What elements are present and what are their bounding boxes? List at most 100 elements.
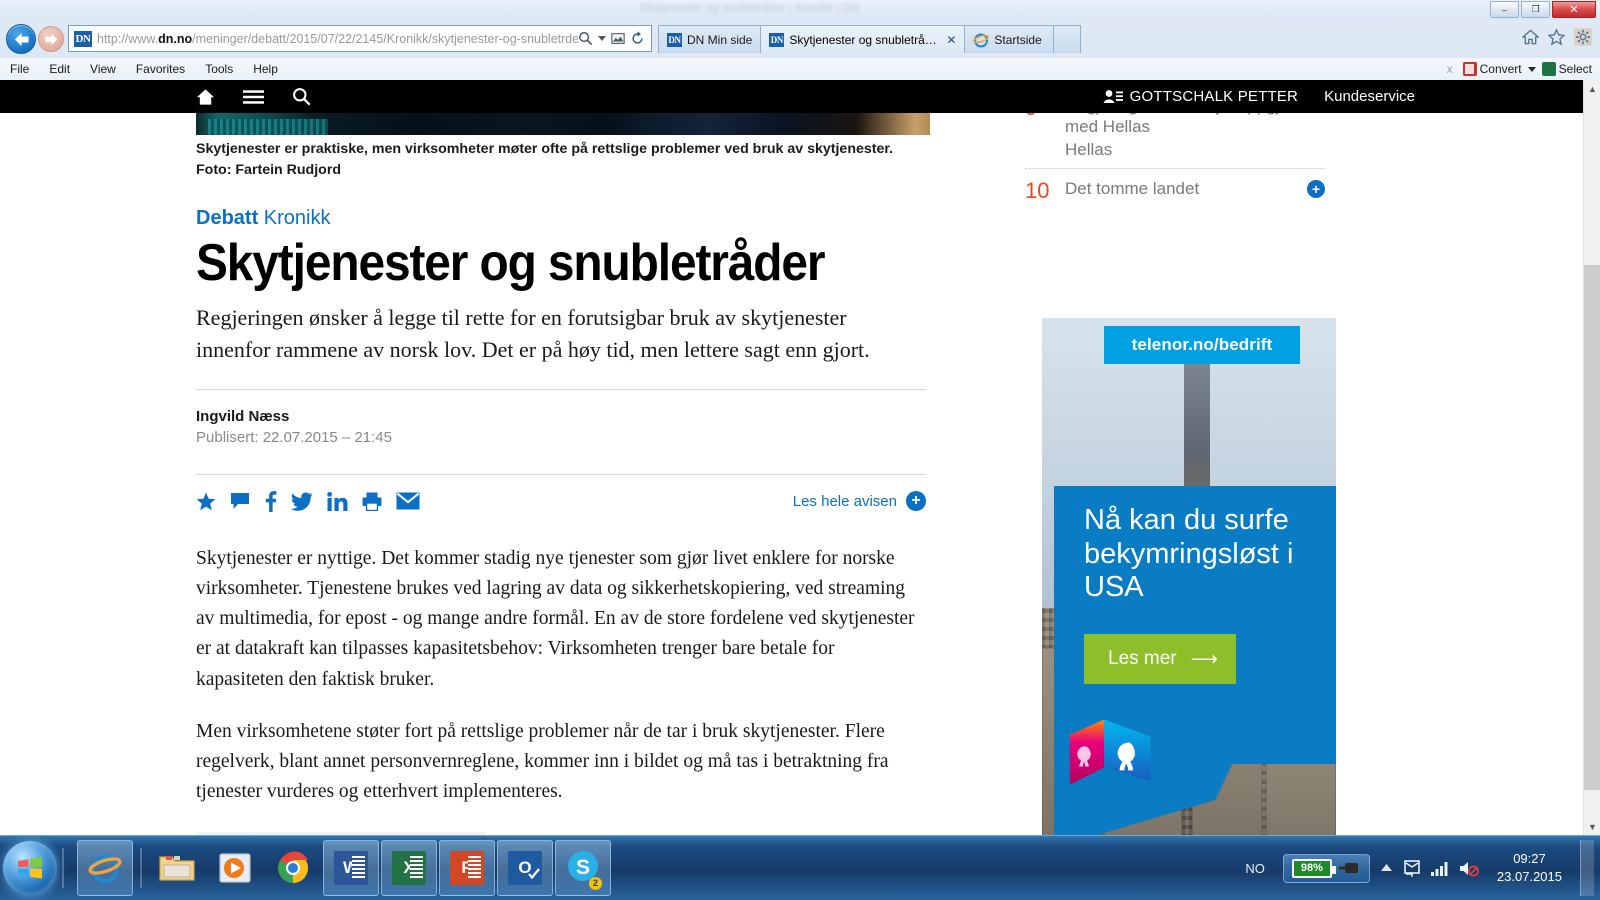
list-item[interactable]: 9 Regjeringen vil ha nytt oppgjør med He… [1025,113,1325,139]
search-icon[interactable] [578,31,593,46]
menu-tools[interactable]: Tools [195,58,243,80]
refresh-icon[interactable] [630,31,645,46]
ad-url-chip[interactable]: telenor.no/bedrift [1104,326,1300,364]
tab-label: Skytjenester og snubletråde... [789,32,938,47]
article-body: Skytjenester er praktiske, men virksomhe… [196,139,932,835]
pdf-icon [1462,62,1477,76]
close-button[interactable]: ✕ [1552,1,1596,18]
menu-file[interactable]: File [0,58,39,80]
taskbar-file-explorer[interactable] [149,840,205,896]
volume-muted-icon[interactable] [1459,860,1479,877]
new-tab-button[interactable] [1053,25,1082,53]
language-indicator[interactable]: NO [1237,861,1273,876]
media-player-icon [219,853,251,883]
sidebar: 9 Regjeringen vil ha nytt oppgjør med He… [1010,113,1370,212]
home-icon[interactable] [196,88,215,106]
browser-window: Skytjenester og snubletråder | Kronikk |… [0,0,1600,835]
ad-cta-button[interactable]: Les mer ⟶ [1084,634,1236,684]
share-bar: Les hele avisen + [196,490,926,512]
site-nav-right: GOTTSCHALK PETTER Kundeservice [1103,88,1583,105]
article-published-date: Publisert: 22.07.2015 – 21:45 [196,428,392,446]
addon-close-icon[interactable]: x [1443,62,1457,76]
article-hero-image [196,113,930,135]
user-icon [1103,89,1123,104]
share-icon-group [196,490,420,512]
scroll-up-icon[interactable]: ▲ [1584,80,1600,97]
clock[interactable]: 09:27 23.07.2015 [1489,850,1570,885]
list-item[interactable]: Hellas [1025,139,1325,168]
chrome-icon [278,851,309,883]
dn-favicon-icon: DN [667,32,682,47]
menu-bar: File Edit View Favorites Tools Help x Co… [0,58,1600,80]
excel-icon: X [392,851,426,885]
menu-view[interactable]: View [80,58,126,80]
read-full-paper-link[interactable]: Les hele avisen + [792,491,926,512]
taskbar-microsoft-outlook[interactable]: O [497,840,553,896]
convert-dropdown-icon[interactable] [1527,66,1536,72]
taskbar-microsoft-excel[interactable]: X [381,840,437,896]
search-dropdown-icon[interactable] [598,36,606,41]
favorites-star-icon[interactable] [1548,29,1565,45]
maximize-button[interactable]: ❐ [1521,1,1550,18]
tab-dn-min-side[interactable]: DN DN Min side [658,25,762,53]
back-arrow-icon [14,32,28,46]
menu-edit[interactable]: Edit [39,58,80,80]
taskbar-skype[interactable]: S 2 [555,840,611,896]
show-desktop-button[interactable] [1580,840,1594,896]
action-center-flag-icon[interactable] [1403,859,1421,877]
convert-button[interactable]: Convert [1462,62,1522,76]
taskbar-internet-explorer[interactable] [77,840,133,896]
menu-help[interactable]: Help [243,58,288,80]
taskbar-app-list: W X P O S 2 [77,840,611,896]
navigation-bar: DN http://www.dn.no/meninger/debatt/2015… [0,20,1600,58]
tab-label: Startside [994,32,1042,47]
read-full-paper-label: Les hele avisen [792,492,897,510]
minimize-button[interactable]: – [1490,1,1519,18]
comment-icon[interactable] [230,492,250,510]
screen: Skytjenester og snubletråder | Kronikk |… [0,0,1600,900]
battery-indicator[interactable]: 98% [1282,853,1370,883]
start-button[interactable] [3,841,57,895]
article-author: Ingvild Næss [196,407,290,425]
tab-skytjenester-active[interactable]: DN Skytjenester og snubletråde... ✕ [760,25,966,53]
taskbar-google-chrome[interactable] [265,840,321,896]
back-button[interactable] [6,24,36,54]
select-button[interactable]: Select [1541,62,1592,76]
taskbar-media-player[interactable] [207,840,263,896]
kicker-genre[interactable]: Kronikk [264,207,331,229]
taskbar-microsoft-powerpoint[interactable]: P [439,840,495,896]
battery-icon: 98% [1291,858,1336,878]
facebook-icon[interactable] [264,490,277,512]
internet-explorer-icon [88,855,122,883]
list-item[interactable]: 10 Det tomme landet + [1025,178,1325,212]
taskbar-microsoft-word[interactable]: W [323,840,379,896]
scroll-down-icon[interactable]: ▼ [1584,818,1600,835]
network-signal-icon[interactable] [1430,861,1449,876]
user-name: GOTTSCHALK PETTER [1129,88,1299,105]
page-scrollbar[interactable]: ▲ ▼ [1583,80,1600,835]
menu-icon[interactable] [243,89,264,105]
linkedin-icon[interactable] [327,491,348,511]
menu-favorites[interactable]: Favorites [126,58,195,80]
forward-button[interactable] [38,26,64,52]
clock-date: 23.07.2015 [1496,869,1562,884]
home-icon[interactable] [1522,29,1539,45]
customer-service-link[interactable]: Kundeservice [1324,88,1415,105]
address-bar[interactable]: DN http://www.dn.no/meninger/debatt/2015… [68,25,652,52]
star-icon[interactable] [196,492,216,511]
search-icon[interactable] [292,87,311,106]
slide-lines [468,856,481,880]
user-account-link[interactable]: GOTTSCHALK PETTER [1103,88,1298,105]
print-icon[interactable] [362,492,382,511]
scrollbar-thumb[interactable] [1584,265,1600,790]
kicker-section[interactable]: Debatt [196,207,258,229]
email-icon[interactable] [396,492,420,510]
show-hidden-icons-icon[interactable] [1380,863,1393,873]
settings-gear-icon[interactable] [1574,28,1592,46]
tab-startside[interactable]: Startside [964,25,1055,53]
twitter-icon[interactable] [291,492,313,511]
compatibility-view-icon[interactable] [611,32,625,46]
advertisement-telenor[interactable]: telenor.no/bedrift Nå kan du surfe bekym… [1042,318,1336,835]
window-controls: – ❐ ✕ [1490,1,1596,18]
tab-close-icon[interactable]: ✕ [946,33,956,47]
